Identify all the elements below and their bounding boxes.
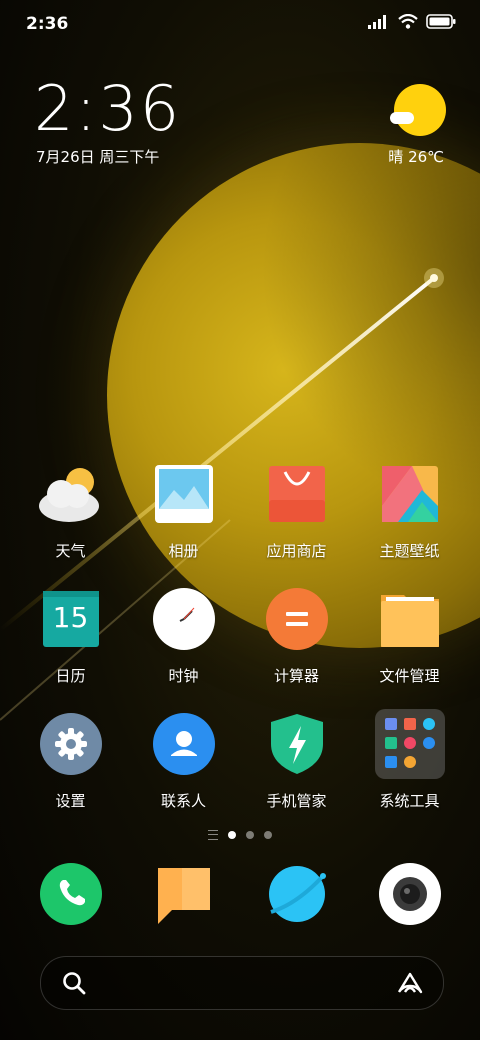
app-themes[interactable]: 主题壁纸 <box>353 462 466 561</box>
weather-widget[interactable]: 晴 26℃ <box>374 84 446 166</box>
status-time: 2:36 <box>26 14 69 34</box>
app-label: 手机管家 <box>266 792 327 810</box>
status-bar: 2:36 <box>0 0 480 50</box>
wifi-icon <box>398 14 418 29</box>
clock-icon <box>152 587 216 651</box>
file-manager-icon <box>378 587 442 651</box>
dock-app-phone[interactable] <box>14 862 127 926</box>
calendar-icon: 15 <box>39 587 103 651</box>
signal-icon <box>368 14 386 29</box>
app-label: 相册 <box>168 542 199 560</box>
battery-icon <box>426 14 456 29</box>
security-icon <box>265 712 329 776</box>
dock-app-messages[interactable] <box>127 862 240 926</box>
app-label: 计算器 <box>273 667 319 685</box>
app-weather[interactable]: 天气 <box>14 462 127 561</box>
app-file-manager[interactable]: 文件管理 <box>353 587 466 686</box>
system-tools-folder-icon <box>374 709 445 779</box>
sunny-icon <box>390 84 446 136</box>
messages-icon <box>152 862 216 926</box>
settings-icon <box>39 712 103 776</box>
app-calculator[interactable]: 计算器 <box>240 587 353 686</box>
camera-icon <box>378 862 442 926</box>
app-label: 天气 <box>55 542 86 560</box>
app-clock[interactable]: 时钟 <box>127 587 240 686</box>
app-label: 系统工具 <box>379 792 440 810</box>
wallpaper-planet <box>107 143 480 648</box>
app-label: 时钟 <box>168 667 199 685</box>
app-label: 主题壁纸 <box>379 542 440 560</box>
app-settings[interactable]: 设置 <box>14 712 127 811</box>
app-store[interactable]: 应用商店 <box>240 462 353 561</box>
cloud-icon <box>390 112 414 124</box>
clock-widget-date[interactable]: 7月26日 周三下午 <box>36 146 159 167</box>
app-label: 设置 <box>55 792 86 810</box>
dock <box>14 862 466 926</box>
app-contacts[interactable]: 联系人 <box>127 712 240 811</box>
phone-icon <box>39 862 103 926</box>
search-bar[interactable] <box>40 956 444 1010</box>
weather-icon <box>38 462 103 526</box>
app-store-icon <box>265 462 329 526</box>
app-list-icon[interactable] <box>208 830 218 840</box>
themes-icon <box>378 462 442 526</box>
page-dot <box>264 831 272 839</box>
assistant-icon[interactable] <box>395 970 425 996</box>
page-dot-active <box>228 831 236 839</box>
app-gallery[interactable]: 相册 <box>127 462 240 561</box>
app-label: 日历 <box>55 667 86 685</box>
app-system-tools-folder[interactable]: 系统工具 <box>353 709 466 811</box>
app-label: 文件管理 <box>379 667 440 685</box>
clock-widget-time[interactable]: 2:36 <box>34 72 181 145</box>
contacts-icon <box>152 712 216 776</box>
weather-widget-text: 晴 26℃ <box>388 148 444 166</box>
dock-app-browser[interactable] <box>240 862 353 926</box>
gallery-icon <box>152 462 216 526</box>
status-icons <box>368 14 456 29</box>
dock-app-camera[interactable] <box>353 862 466 926</box>
search-icon <box>63 972 86 995</box>
app-calendar[interactable]: 15 日历 <box>14 587 127 686</box>
calculator-icon <box>265 587 329 651</box>
page-dot <box>246 831 254 839</box>
browser-icon <box>265 862 329 926</box>
app-label: 联系人 <box>160 792 206 810</box>
calendar-day: 15 <box>52 601 89 634</box>
page-indicator[interactable] <box>0 830 480 840</box>
app-label: 应用商店 <box>266 542 327 560</box>
app-security[interactable]: 手机管家 <box>240 712 353 811</box>
